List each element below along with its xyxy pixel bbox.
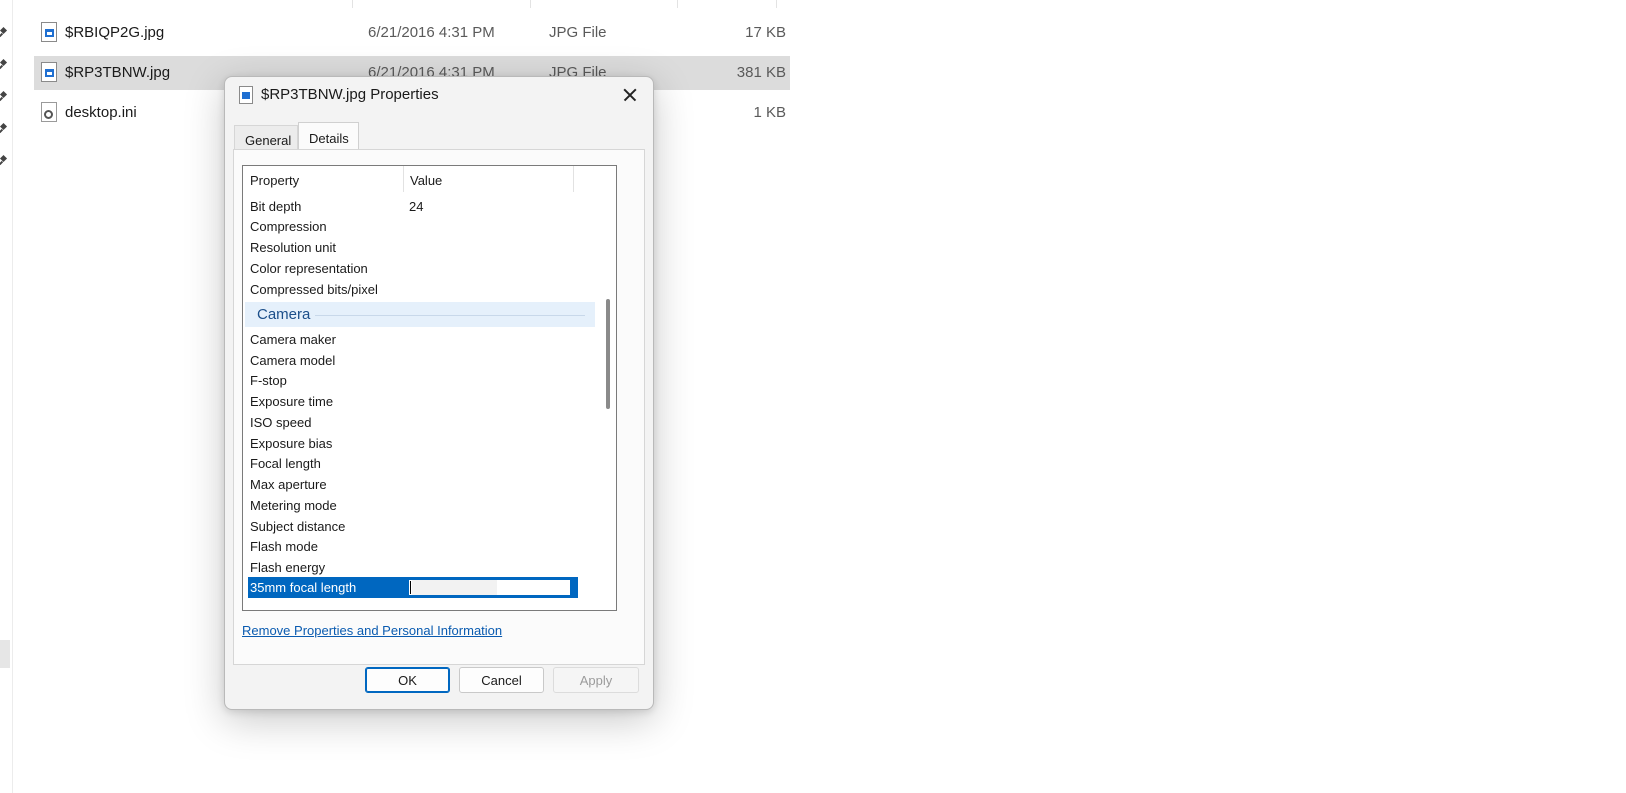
property-row[interactable]: Camera maker [243, 329, 595, 350]
column-divider[interactable] [776, 0, 777, 8]
cancel-button[interactable]: Cancel [459, 667, 544, 693]
property-name: Flash energy [250, 560, 326, 575]
file-type: JPG File [549, 24, 607, 41]
property-name: Exposure time [250, 394, 334, 409]
property-name: Focal length [250, 456, 321, 471]
file-name: $RP3TBNW.jpg [65, 64, 171, 81]
file-name: $RBIQP2G.jpg [65, 24, 165, 41]
file-size: 17 KB [745, 24, 786, 41]
property-row[interactable]: Max aperture [243, 474, 595, 495]
property-value: 24 [409, 199, 424, 214]
property-name: Compressed bits/pixel [250, 282, 378, 297]
column-header-value[interactable]: Value [410, 173, 442, 188]
property-row[interactable]: Metering mode [243, 495, 595, 516]
file-size: 1 KB [753, 104, 786, 121]
group-label: Camera [257, 306, 311, 323]
dialog-title: $RP3TBNW.jpg Properties [261, 86, 439, 103]
column-header-property[interactable]: Property [250, 173, 299, 188]
property-row[interactable]: Camera model [243, 350, 595, 371]
text-caret [410, 581, 411, 594]
property-row[interactable]: Compressed bits/pixel [243, 279, 595, 300]
property-row[interactable]: Compression [243, 216, 595, 237]
column-separator[interactable] [573, 166, 574, 192]
property-row[interactable]: Subject distance [243, 516, 595, 537]
property-row[interactable]: Resolution unit [243, 237, 595, 258]
property-name: Camera model [250, 353, 336, 368]
pin-icon[interactable] [0, 27, 8, 37]
column-separator[interactable] [403, 166, 404, 192]
jpg-file-icon [41, 62, 57, 82]
group-header-camera[interactable]: Camera [245, 302, 595, 327]
property-row[interactable]: Bit depth 24 [243, 196, 595, 217]
property-name: Metering mode [250, 498, 337, 513]
property-name: Color representation [250, 261, 368, 276]
file-size: 381 KB [736, 64, 786, 81]
pin-icon[interactable] [0, 91, 8, 101]
list-header: Property Value [243, 166, 616, 194]
property-name: Exposure bias [250, 436, 333, 451]
file-date: 6/21/2016 4:31 PM [368, 24, 495, 41]
property-name: Subject distance [250, 519, 346, 534]
group-divider [315, 315, 585, 316]
property-name: Bit depth [250, 199, 302, 214]
dialog-titlebar[interactable]: $RP3TBNW.jpg Properties [225, 77, 653, 113]
property-row[interactable]: Exposure bias [243, 433, 595, 454]
property-row[interactable]: Flash energy [243, 557, 595, 578]
ok-button[interactable]: OK [365, 667, 450, 693]
pin-icon[interactable] [0, 123, 8, 133]
nav-pane-edge [0, 0, 13, 793]
property-row[interactable]: Focal length [243, 453, 595, 474]
close-button[interactable] [615, 81, 645, 109]
property-name: F-stop [250, 373, 287, 388]
remove-properties-link[interactable]: Remove Properties and Personal Informati… [242, 623, 502, 638]
jpg-file-icon [41, 22, 57, 42]
list-scrollbar[interactable] [601, 166, 615, 610]
property-row[interactable]: Flash mode [243, 536, 595, 557]
details-property-list[interactable]: Property Value Bit depth 24 Compression … [242, 165, 617, 611]
nav-scrollbar-thumb[interactable] [0, 640, 10, 668]
tab-details[interactable]: Details [298, 122, 359, 152]
property-name: ISO speed [250, 415, 312, 430]
property-name: Flash mode [250, 539, 318, 554]
pin-icon[interactable] [0, 155, 8, 165]
property-name: Max aperture [250, 477, 327, 492]
list-scrollbar-thumb[interactable] [606, 299, 610, 409]
tab-general[interactable]: General [234, 125, 298, 150]
file-row[interactable]: $RBIQP2G.jpg 6/21/2016 4:31 PM JPG File … [34, 16, 790, 50]
column-divider[interactable] [352, 0, 353, 8]
property-row-selected[interactable]: 35mm focal length [248, 577, 578, 598]
properties-dialog: $RP3TBNW.jpg Properties General Details … [224, 76, 654, 710]
ini-file-icon [41, 102, 57, 122]
property-row[interactable]: Exposure time [243, 391, 595, 412]
apply-button[interactable]: Apply [553, 667, 639, 693]
property-row[interactable]: ISO speed [243, 412, 595, 433]
property-name: Compression [250, 219, 327, 234]
property-value-editor[interactable] [408, 579, 571, 596]
file-name: desktop.ini [65, 104, 137, 121]
property-name: Resolution unit [250, 240, 336, 255]
pin-icon[interactable] [0, 59, 8, 69]
property-name: Camera maker [250, 332, 336, 347]
jpg-file-icon [239, 86, 253, 104]
column-divider[interactable] [530, 0, 531, 8]
property-row[interactable]: F-stop [243, 370, 595, 391]
property-name: 35mm focal length [250, 580, 357, 595]
column-divider[interactable] [677, 0, 678, 8]
property-row[interactable]: Color representation [243, 258, 595, 279]
